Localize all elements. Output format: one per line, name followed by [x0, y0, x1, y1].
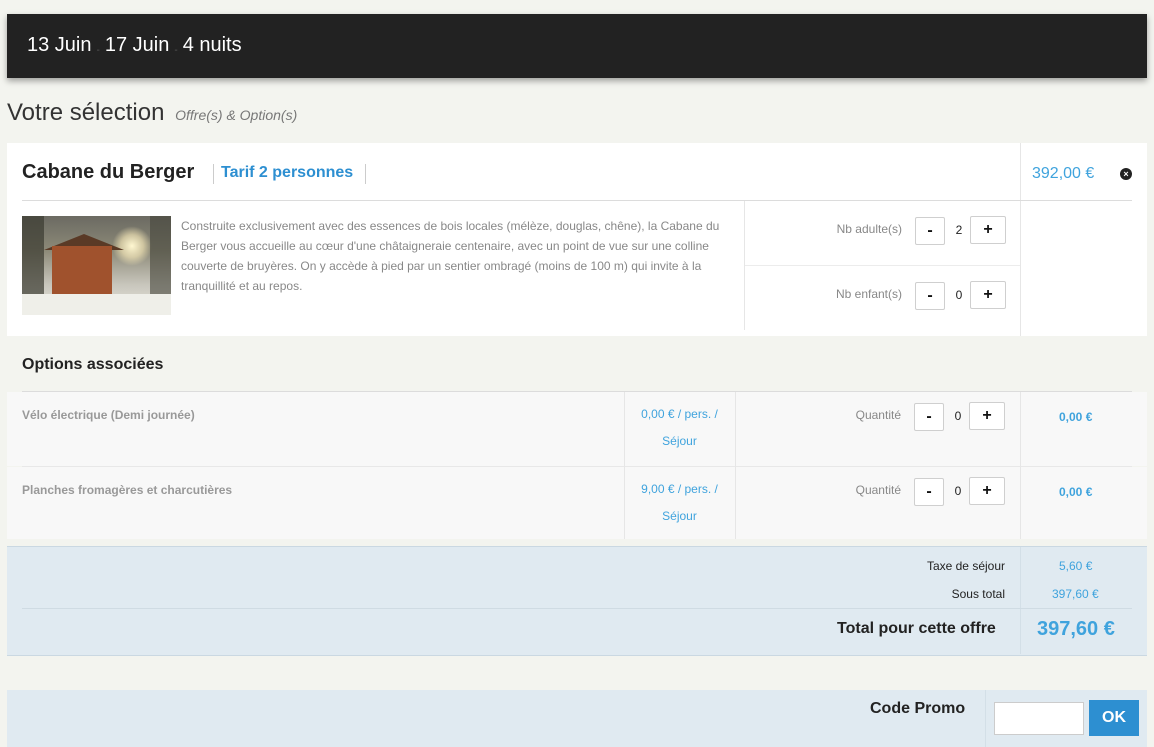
option-qty-divider [735, 392, 736, 539]
option-velo-qty: 0 [954, 409, 962, 423]
offer-name: Cabane du Berger [22, 161, 195, 183]
option-planches-qty: 0 [954, 484, 962, 498]
photo-ground [22, 294, 171, 315]
option-total: 0,00 € [1059, 485, 1093, 499]
children-label: Nb enfant(s) [835, 287, 902, 301]
counter-row-divider [745, 265, 1020, 266]
total-label: Total pour cette offre [837, 620, 996, 637]
nights-count: 4 nuits [182, 34, 242, 56]
cabin-photo [22, 216, 171, 315]
promo-divider [985, 690, 986, 747]
option-name: Vélo électrique (Demi journée) [22, 408, 195, 422]
adults-plus-button[interactable]: + [970, 216, 1006, 244]
tarif-left-bar [213, 164, 214, 184]
promo-code-input[interactable] [994, 702, 1084, 735]
date-start: 13 Juin [27, 34, 92, 56]
tarif-right-bar [365, 164, 366, 184]
option-price: 9,00 € / pers. / Séjour [641, 482, 718, 523]
subtotal-label: Sous total [951, 587, 1005, 601]
option-qty-label: Quantité [855, 408, 901, 422]
option-qty-label: Quantité [855, 483, 901, 497]
adults-count: 2 [955, 223, 963, 237]
option-planches-minus-button[interactable]: - [914, 478, 944, 506]
offer-tarif: Tarif 2 personnes [221, 164, 354, 181]
selection-subtitle: Offre(s) & Option(s) [175, 107, 298, 123]
option-planches-plus-button[interactable]: + [969, 477, 1005, 505]
nights-separator: - [174, 45, 178, 56]
dates-header: 13 Juin -17 Juin -4 nuits [7, 14, 1147, 78]
adults-minus-button[interactable]: - [915, 217, 945, 245]
option-name: Planches fromagères et charcutières [22, 483, 233, 497]
total-value: 397,60 € [1037, 618, 1115, 640]
option-price: 0,00 € / pers. / Séjour [641, 407, 718, 448]
option-total-divider [1020, 392, 1021, 539]
option-velo-minus-button[interactable]: - [914, 403, 944, 431]
date-separator: - [96, 45, 100, 56]
promo-label: Code Promo [870, 700, 966, 717]
totals-row-divider [22, 608, 1132, 609]
option-velo-plus-button[interactable]: + [969, 402, 1005, 430]
children-count: 0 [955, 288, 963, 302]
selection-title: Votre sélection [7, 99, 165, 126]
photo-cabin [52, 246, 112, 294]
options-title: Options associées [22, 356, 164, 373]
children-minus-button[interactable]: - [915, 282, 945, 310]
offer-description: Construite exclusivement avec des essenc… [181, 219, 720, 293]
dates-summary: 13 Juin -17 Juin -4 nuits [27, 34, 242, 57]
price-column-divider [1020, 143, 1021, 336]
subtotal-value: 397,60 € [1052, 587, 1099, 601]
children-plus-button[interactable]: + [970, 281, 1006, 309]
adults-label: Nb adulte(s) [836, 222, 902, 236]
option-total: 0,00 € [1059, 410, 1093, 424]
promo-ok-button[interactable]: OK [1089, 700, 1139, 736]
offer-price: 392,00 € [1032, 165, 1095, 182]
tax-label: Taxe de séjour [926, 559, 1005, 573]
page-title: Votre sélection Offre(s) & Option(s) [7, 99, 297, 127]
tax-value: 5,60 € [1059, 559, 1093, 573]
close-circle-icon[interactable]: × [1120, 168, 1132, 180]
offer-header-divider [22, 200, 1132, 201]
promo-panel [7, 690, 1147, 747]
date-end: 17 Juin [104, 34, 170, 56]
totals-divider [1020, 547, 1021, 654]
